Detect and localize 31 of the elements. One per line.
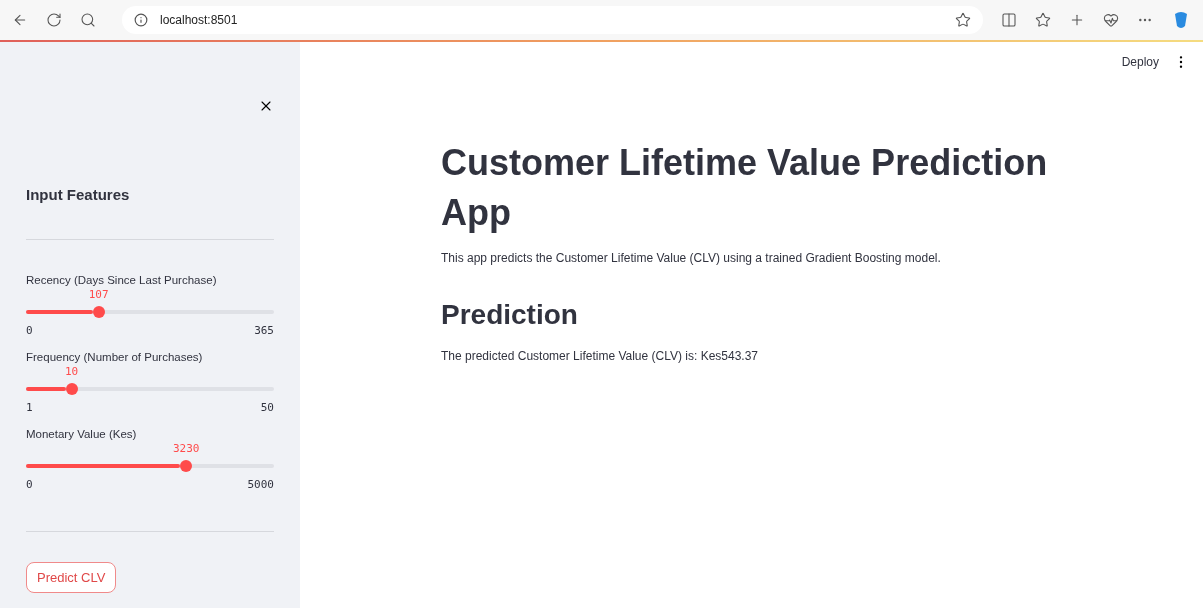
sidebar-title: Input Features	[26, 186, 131, 203]
star-icon[interactable]	[955, 12, 971, 28]
address-bar[interactable]: localhost:8501	[122, 6, 983, 34]
health-icon[interactable]	[1103, 12, 1119, 28]
url-text: localhost:8501	[160, 13, 238, 27]
slider-max: 5000	[247, 478, 274, 491]
slider-min: 0	[26, 478, 33, 491]
prediction-result: The predicted Customer Lifetime Value (CLV) is: Kes543.37	[441, 348, 760, 363]
slider-min: 1	[26, 401, 33, 414]
deploy-button[interactable]: Deploy	[1121, 55, 1159, 69]
info-icon	[134, 13, 148, 27]
section-heading: Prediction	[441, 298, 579, 331]
slider-max: 365	[254, 324, 274, 337]
slider-max: 50	[260, 401, 274, 414]
slider-min: 0	[26, 324, 33, 337]
slider-label: Recency (Days Since Last Purchase)	[26, 274, 218, 286]
split-screen-icon[interactable]	[1001, 12, 1017, 28]
favorites-icon[interactable]	[1035, 12, 1051, 28]
slider-value: 107	[88, 288, 109, 301]
slider-value: 10	[65, 365, 79, 378]
reload-icon[interactable]	[46, 12, 62, 28]
search-icon[interactable]	[80, 12, 96, 28]
page-title: Customer Lifetime Value Prediction App	[441, 141, 1049, 236]
predict-button[interactable]: Predict CLV	[26, 562, 117, 593]
slider-label: Frequency (Number of Purchases)	[26, 351, 204, 363]
slider-value: 3230	[172, 442, 200, 455]
slider-label: Monetary Value (Kes)	[26, 428, 138, 440]
description: This app predicts the Customer Lifetime Value (CLV) using a trained Gradient Boosting model.	[441, 250, 942, 265]
slider-thumb[interactable]	[92, 306, 105, 318]
slider-thumb[interactable]	[65, 383, 78, 395]
slider-thumb[interactable]	[180, 460, 193, 472]
